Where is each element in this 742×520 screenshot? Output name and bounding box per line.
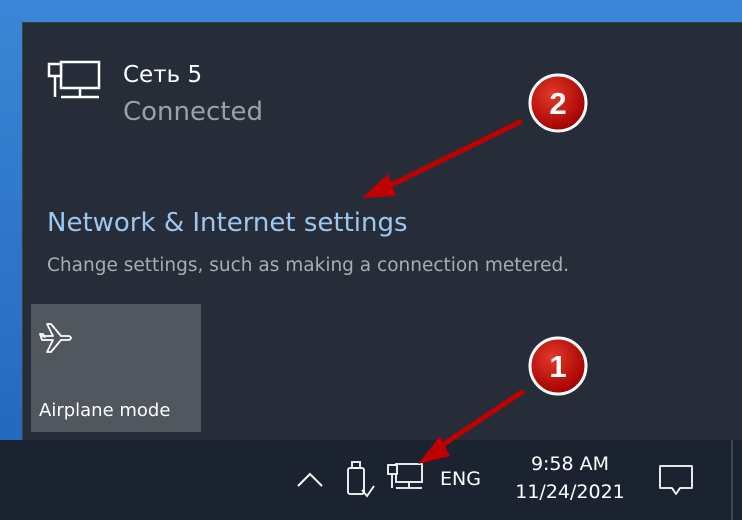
taskbar: ENG 9:58 AM 11/24/2021	[0, 440, 742, 520]
settings-description: Change settings, such as making a connec…	[47, 255, 570, 276]
network-status: Connected	[123, 97, 264, 127]
network-entry[interactable]: Сеть 5 Connected	[47, 59, 407, 139]
airplane-mode-tile[interactable]: Airplane mode	[31, 304, 201, 432]
clock-date: 11/24/2021	[515, 481, 625, 503]
airplane-icon	[39, 323, 72, 353]
language-indicator[interactable]: ENG	[440, 468, 481, 490]
network-internet-settings-link[interactable]: Network & Internet settings	[47, 208, 408, 238]
show-desktop-divider[interactable]	[731, 440, 733, 520]
network-flyout: Сеть 5 Connected Network & Internet sett…	[22, 22, 742, 441]
action-center-icon[interactable]	[656, 460, 696, 500]
usb-safely-remove-icon[interactable]	[342, 460, 376, 500]
clock-time: 9:58 AM	[530, 453, 610, 475]
chevron-up-icon[interactable]	[294, 466, 326, 494]
clock[interactable]: 9:58 AM 11/24/2021	[500, 450, 640, 506]
network-icon[interactable]	[386, 460, 424, 496]
network-name: Сеть 5	[123, 62, 203, 88]
airplane-mode-label: Airplane mode	[39, 400, 171, 421]
ethernet-network-icon	[47, 60, 101, 99]
